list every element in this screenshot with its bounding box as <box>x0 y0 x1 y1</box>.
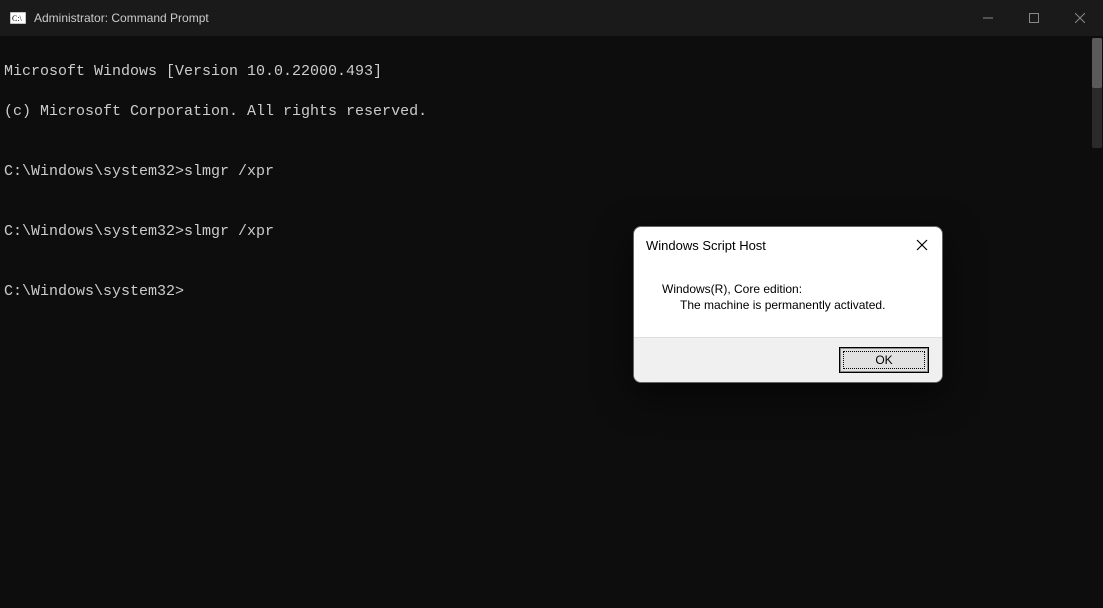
dialog-message-line2: The machine is permanently activated. <box>662 297 930 313</box>
terminal-line: C:\Windows\system32>slmgr /xpr <box>4 162 1099 182</box>
dialog-message-line1: Windows(R), Core edition: <box>662 281 930 297</box>
window-controls <box>965 0 1103 36</box>
dialog-titlebar[interactable]: Windows Script Host <box>634 227 942 263</box>
dialog-body: Windows(R), Core edition: The machine is… <box>634 263 942 337</box>
maximize-button[interactable] <box>1011 0 1057 36</box>
minimize-button[interactable] <box>965 0 1011 36</box>
dialog-close-button[interactable] <box>908 231 936 259</box>
svg-text:C:\: C:\ <box>12 14 23 23</box>
terminal-line: (c) Microsoft Corporation. All rights re… <box>4 102 1099 122</box>
window-title: Administrator: Command Prompt <box>34 11 209 25</box>
scrollbar[interactable] <box>1092 38 1102 148</box>
scrollbar-thumb[interactable] <box>1092 38 1102 88</box>
dialog-title: Windows Script Host <box>646 238 766 253</box>
close-button[interactable] <box>1057 0 1103 36</box>
titlebar[interactable]: C:\ Administrator: Command Prompt <box>0 0 1103 36</box>
ok-button[interactable]: OK <box>840 348 928 372</box>
terminal-line: Microsoft Windows [Version 10.0.22000.49… <box>4 62 1099 82</box>
dialog-footer: OK <box>634 337 942 382</box>
script-host-dialog: Windows Script Host Windows(R), Core edi… <box>633 226 943 383</box>
cmd-icon: C:\ <box>10 10 26 26</box>
